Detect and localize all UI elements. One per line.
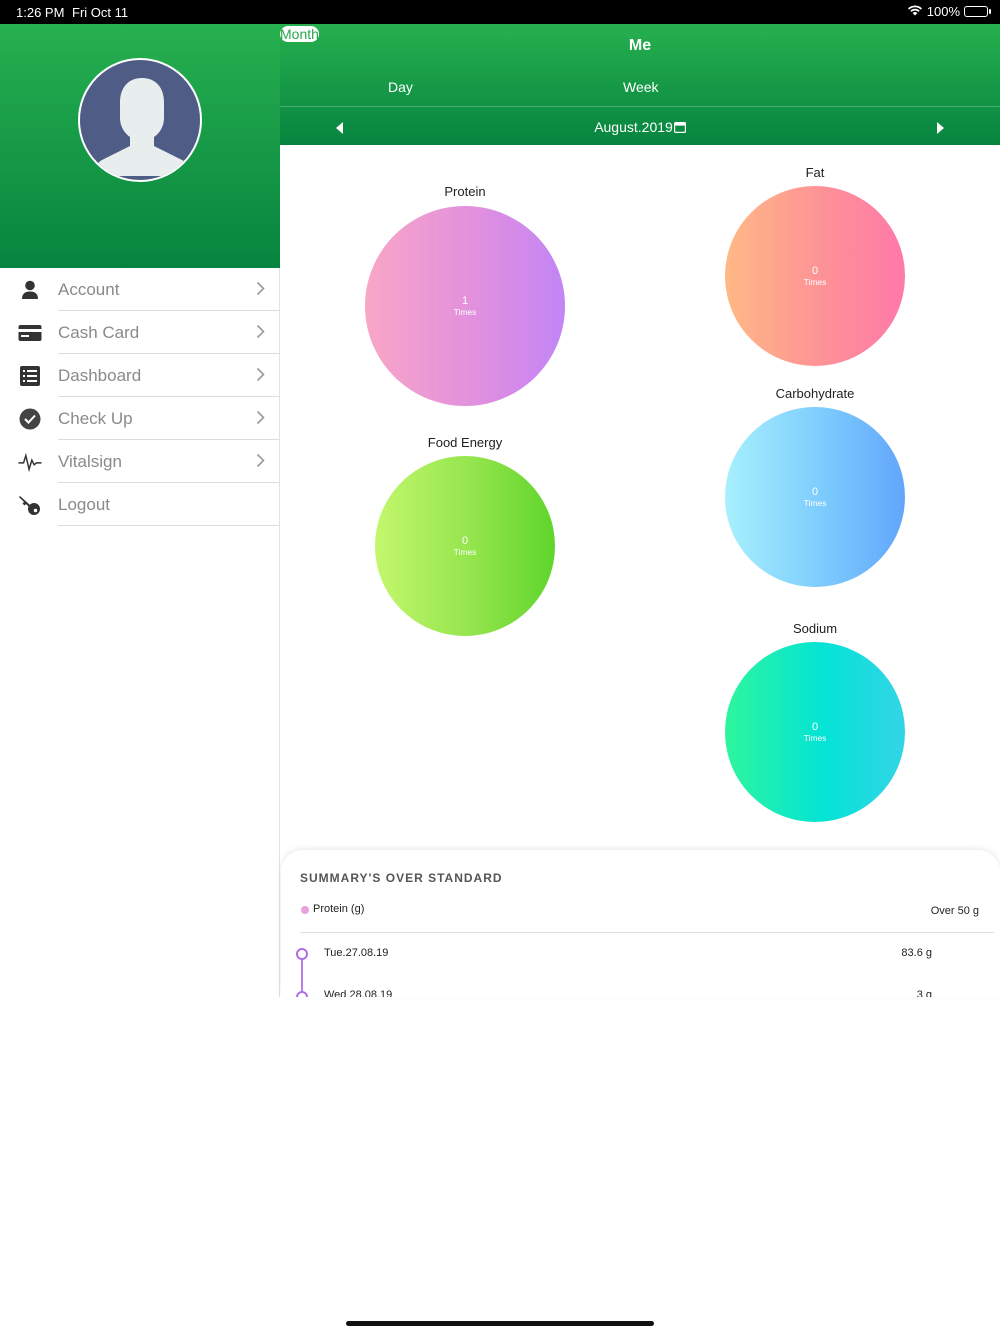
month-label: August.2019 xyxy=(594,119,673,135)
battery-icon xyxy=(964,6,991,17)
profile-header xyxy=(0,24,280,268)
month-picker[interactable]: August.2019 xyxy=(280,119,1000,136)
home-indicator[interactable] xyxy=(346,1321,654,1326)
nutrient-fat[interactable]: Fat 0 Times xyxy=(724,165,906,366)
chevron-right-icon xyxy=(256,281,265,301)
sidebar-item-label: Vitalsign xyxy=(58,451,122,471)
key-icon xyxy=(18,493,42,517)
avatar[interactable] xyxy=(78,58,202,182)
header-divider xyxy=(280,106,1000,107)
nutrient-title: Carbohydrate xyxy=(775,386,855,401)
nutrient-count: 1 xyxy=(461,295,469,307)
sidebar-item-label: Dashboard xyxy=(58,365,142,385)
tab-day[interactable]: Day xyxy=(388,79,413,95)
sidebar-item-logout[interactable]: Logout xyxy=(0,483,279,526)
timeline-node xyxy=(296,948,308,960)
check-circle-icon xyxy=(18,407,42,431)
chevron-right-icon xyxy=(256,324,265,344)
sidebar-item-dashboard[interactable]: Dashboard xyxy=(0,354,279,397)
legend-dot xyxy=(301,906,309,914)
sidebar-item-label: Account xyxy=(58,279,120,299)
nutrient-unit: Times xyxy=(803,498,827,508)
nutrient-sodium[interactable]: Sodium 0 Times xyxy=(724,621,906,822)
nutrient-count: 0 xyxy=(811,486,819,498)
nutrient-title: Protein xyxy=(444,184,486,199)
calendar-icon xyxy=(673,120,686,136)
sidebar-item-label: Cash Card xyxy=(58,322,140,342)
nutrient-unit: Times xyxy=(803,733,827,743)
nutrient-carbohydrate[interactable]: Carbohydrate 0 Times xyxy=(724,386,906,587)
sidebar-item-cash-card[interactable]: Cash Card xyxy=(0,311,279,354)
nutrient-count: 0 xyxy=(811,265,819,277)
nutrient-title: Sodium xyxy=(792,621,838,636)
divider xyxy=(300,932,994,933)
timeline-node xyxy=(296,991,308,997)
sidebar-item-label: Check Up xyxy=(58,408,133,428)
caret-right-icon xyxy=(937,122,944,134)
nutrient-food-energy[interactable]: Food Energy 0 Times xyxy=(374,435,556,636)
sidebar-item-label: Logout xyxy=(58,494,110,514)
status-right: 100% xyxy=(907,4,991,19)
sidebar-item-account[interactable]: Account xyxy=(0,268,279,311)
nutrient-circle: 0 Times xyxy=(725,407,905,587)
next-month-button[interactable] xyxy=(936,121,944,139)
nutrient-title: Food Energy xyxy=(427,435,503,450)
divider xyxy=(58,525,279,526)
timeline-value: 83.6 g xyxy=(901,947,932,959)
wifi-icon xyxy=(907,4,923,19)
summary-nutrient: Protein (g) xyxy=(313,903,365,915)
list-icon xyxy=(18,364,42,388)
nutrient-count: 0 xyxy=(811,721,819,733)
person-icon xyxy=(18,278,42,302)
chevron-right-icon xyxy=(256,367,265,387)
summary-card[interactable]: SUMMARY'S OVER STANDARD Protein (g) Over… xyxy=(281,850,1000,997)
nutrient-circle: 0 Times xyxy=(725,186,905,366)
summary-title: SUMMARY'S OVER STANDARD xyxy=(300,871,503,885)
chevron-right-icon xyxy=(256,410,265,430)
sidebar-item-check-up[interactable]: Check Up xyxy=(0,397,279,440)
sidebar-item-vitalsign[interactable]: Vitalsign xyxy=(0,440,279,483)
main-header: Me Day Week Month August.2019 xyxy=(280,24,1000,145)
sidebar-menu: Account Cash Card Dashboard Check Up Vit… xyxy=(0,268,279,526)
nutrient-count: 0 xyxy=(461,535,469,547)
timeline-date: Tue.27.08.19 xyxy=(324,947,389,959)
nutrient-unit: Times xyxy=(803,277,827,287)
timeline-value: 3 g xyxy=(916,989,932,997)
page-title: Me xyxy=(628,37,652,54)
timeline-date: Wed.28.08.19 xyxy=(324,989,393,997)
timeline-line xyxy=(301,959,303,995)
battery-percent: 100% xyxy=(926,4,960,19)
tab-week[interactable]: Week xyxy=(623,79,659,95)
status-bar: 1:26 PM Fri Oct 11 100% xyxy=(0,0,1000,24)
status-date: Fri Oct 11 xyxy=(72,5,129,20)
card-icon xyxy=(18,321,42,345)
sidebar: Account Cash Card Dashboard Check Up Vit… xyxy=(0,24,280,997)
person-silhouette-icon xyxy=(92,78,192,176)
nutrient-circle: 0 Times xyxy=(725,642,905,822)
nutrient-unit: Times xyxy=(453,307,477,317)
nutrient-protein[interactable]: Protein 1 Times xyxy=(364,184,566,406)
nutrient-circle: 1 Times xyxy=(365,206,565,406)
nutrient-unit: Times xyxy=(453,547,477,557)
nutrient-circle: 0 Times xyxy=(375,456,555,636)
nutrient-title: Fat xyxy=(805,165,825,180)
chevron-right-icon xyxy=(256,453,265,473)
pulse-icon xyxy=(18,450,42,474)
summary-standard: Over 50 g xyxy=(930,905,979,917)
status-time: 1:26 PM xyxy=(16,5,65,20)
